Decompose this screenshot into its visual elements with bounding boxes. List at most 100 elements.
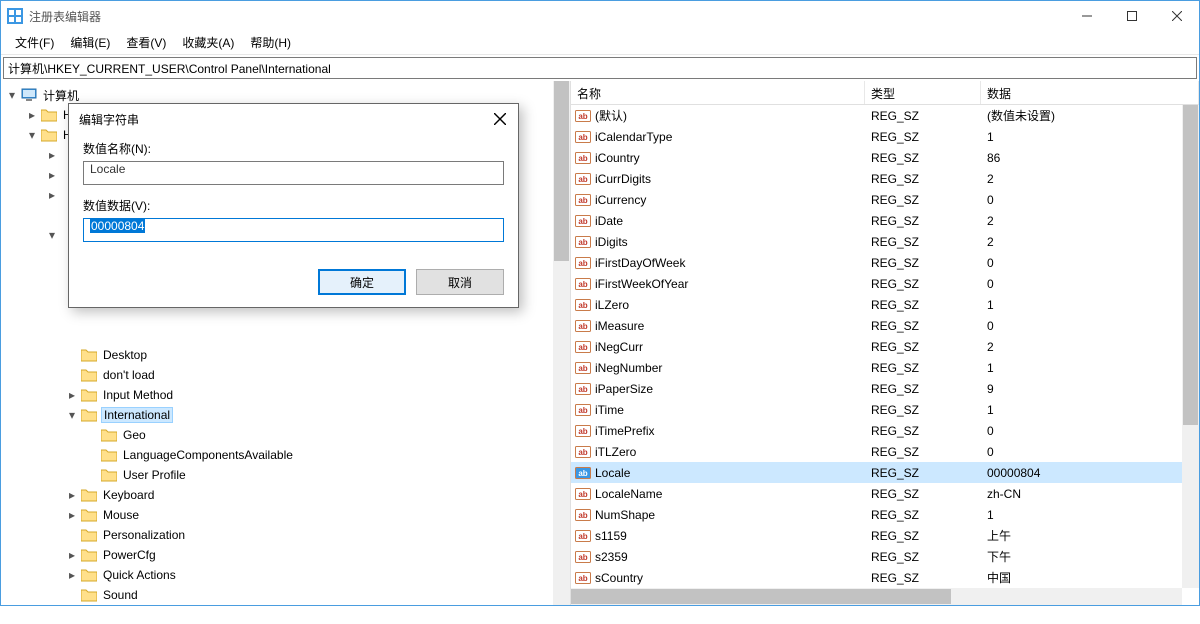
list-row[interactable]: abiFirstDayOfWeekREG_SZ0 [571, 252, 1199, 273]
value-type: REG_SZ [865, 403, 981, 417]
value-data: 2 [981, 214, 1199, 228]
scrollbar-thumb[interactable] [554, 81, 569, 261]
value-name-input[interactable]: Locale [83, 161, 504, 185]
chevron-right-icon[interactable]: ▸ [65, 388, 79, 402]
ok-button[interactable]: 确定 [318, 269, 406, 295]
tree-root[interactable]: ▾计算机 [1, 85, 570, 105]
value-data: 0 [981, 424, 1199, 438]
chevron-right-icon[interactable]: ▸ [65, 568, 79, 582]
value-data: 0 [981, 256, 1199, 270]
header-name[interactable]: 名称 [571, 81, 865, 104]
chevron-right-icon[interactable]: ▸ [65, 508, 79, 522]
tree-item[interactable]: ▸PowerCfg [1, 545, 570, 565]
value-data: 1 [981, 361, 1199, 375]
minimize-button[interactable] [1064, 1, 1109, 31]
list-row[interactable]: abiLZeroREG_SZ1 [571, 294, 1199, 315]
tree-item[interactable]: ▸Mouse [1, 505, 570, 525]
tree-item[interactable]: ▸Sound [1, 585, 570, 605]
header-type[interactable]: 类型 [865, 81, 981, 104]
list-row[interactable]: abiDigitsREG_SZ2 [571, 231, 1199, 252]
value-name: (默认) [595, 107, 627, 124]
list-row[interactable]: abs2359REG_SZ下午 [571, 546, 1199, 567]
chevron-down-icon[interactable]: ▾ [65, 408, 79, 422]
value-data: 0 [981, 193, 1199, 207]
svg-text:ab: ab [578, 133, 587, 142]
tree-item[interactable]: ▸User Profile [1, 465, 570, 485]
tree-item[interactable]: ▸Keyboard [1, 485, 570, 505]
chevron-down-icon[interactable]: ▾ [25, 128, 39, 142]
tree-item[interactable]: ▸don't load [1, 365, 570, 385]
close-button[interactable] [1154, 1, 1199, 31]
chevron-down-icon[interactable]: ▾ [45, 228, 59, 242]
tree-item[interactable]: ▸Desktop [1, 345, 570, 365]
list-scrollbar-v[interactable] [1182, 105, 1199, 588]
chevron-down-icon[interactable]: ▾ [5, 88, 19, 102]
value-name: s2359 [595, 550, 628, 564]
tree-label: Input Method [101, 388, 175, 402]
list-row[interactable]: abiNegCurrREG_SZ2 [571, 336, 1199, 357]
scrollbar-thumb[interactable] [1183, 105, 1198, 425]
list-row[interactable]: ab(默认)REG_SZ(数值未设置) [571, 105, 1199, 126]
menu-file[interactable]: 文件(F) [9, 32, 60, 53]
list-header: 名称 类型 数据 [571, 81, 1199, 105]
value-data-input[interactable]: 00000804 [83, 218, 504, 242]
folder-icon [81, 528, 97, 542]
menu-fav[interactable]: 收藏夹(A) [176, 32, 240, 53]
chevron-right-icon[interactable]: ▸ [25, 108, 39, 122]
chevron-right-icon[interactable]: ▸ [65, 548, 79, 562]
chevron-right-icon[interactable]: ▸ [45, 168, 59, 182]
tree-item-international[interactable]: ▾International [1, 405, 570, 425]
menu-help[interactable]: 帮助(H) [244, 32, 297, 53]
value-name: iTLZero [595, 445, 636, 459]
value-data: 1 [981, 403, 1199, 417]
tree-scrollbar[interactable] [553, 81, 570, 605]
list-row[interactable]: abiPaperSizeREG_SZ9 [571, 378, 1199, 399]
value-name: iCountry [595, 151, 640, 165]
list-row[interactable]: abiDateREG_SZ2 [571, 210, 1199, 231]
list-row[interactable]: absCountryREG_SZ中国 [571, 567, 1199, 588]
svg-text:ab: ab [578, 385, 587, 394]
chevron-right-icon[interactable]: ▸ [45, 148, 59, 162]
tree-item[interactable]: ▸ Input Method [1, 385, 570, 405]
tree-item[interactable]: ▸Geo [1, 425, 570, 445]
svg-text:ab: ab [578, 322, 587, 331]
menu-view[interactable]: 查看(V) [120, 32, 172, 53]
folder-icon [101, 448, 117, 462]
tree-item[interactable]: ▸Personalization [1, 525, 570, 545]
list-row[interactable]: abs1159REG_SZ上午 [571, 525, 1199, 546]
tree-item[interactable]: ▸Quick Actions [1, 565, 570, 585]
header-data[interactable]: 数据 [981, 81, 1199, 104]
list-row[interactable]: abiTLZeroREG_SZ0 [571, 441, 1199, 462]
list-row[interactable]: abiCurrDigitsREG_SZ2 [571, 168, 1199, 189]
list-row[interactable]: abiTimePrefixREG_SZ0 [571, 420, 1199, 441]
value-name: iTime [595, 403, 624, 417]
list-row[interactable]: abiCountryREG_SZ86 [571, 147, 1199, 168]
list-row[interactable]: abLocaleNameREG_SZzh-CN [571, 483, 1199, 504]
list-row[interactable]: abiCalendarTypeREG_SZ1 [571, 126, 1199, 147]
maximize-button[interactable] [1109, 1, 1154, 31]
list-row[interactable]: abiFirstWeekOfYearREG_SZ0 [571, 273, 1199, 294]
dialog-close-button[interactable] [486, 108, 514, 130]
chevron-right-icon[interactable]: ▸ [65, 488, 79, 502]
list-row[interactable]: abLocaleREG_SZ00000804 [571, 462, 1199, 483]
menu-edit[interactable]: 编辑(E) [64, 32, 116, 53]
value-data: 上午 [981, 527, 1199, 544]
value-name: Locale [595, 466, 630, 480]
chevron-right-icon[interactable]: ▸ [45, 188, 59, 202]
list-scrollbar-h[interactable] [571, 588, 1182, 605]
tree-item[interactable]: ▸LanguageComponentsAvailable [1, 445, 570, 465]
list-row[interactable]: abiCurrencyREG_SZ0 [571, 189, 1199, 210]
scrollbar-thumb[interactable] [571, 589, 951, 604]
cancel-button[interactable]: 取消 [416, 269, 504, 295]
list-row[interactable]: abiMeasureREG_SZ0 [571, 315, 1199, 336]
list-row[interactable]: abNumShapeREG_SZ1 [571, 504, 1199, 525]
list-row[interactable]: abiTimeREG_SZ1 [571, 399, 1199, 420]
value-type: REG_SZ [865, 214, 981, 228]
folder-icon [81, 508, 97, 522]
list-row[interactable]: abiNegNumberREG_SZ1 [571, 357, 1199, 378]
folder-icon [81, 348, 97, 362]
folder-icon [101, 428, 117, 442]
svg-text:ab: ab [578, 112, 587, 121]
value-type: REG_SZ [865, 130, 981, 144]
address-bar[interactable]: 计算机\HKEY_CURRENT_USER\Control Panel\Inte… [3, 57, 1197, 79]
